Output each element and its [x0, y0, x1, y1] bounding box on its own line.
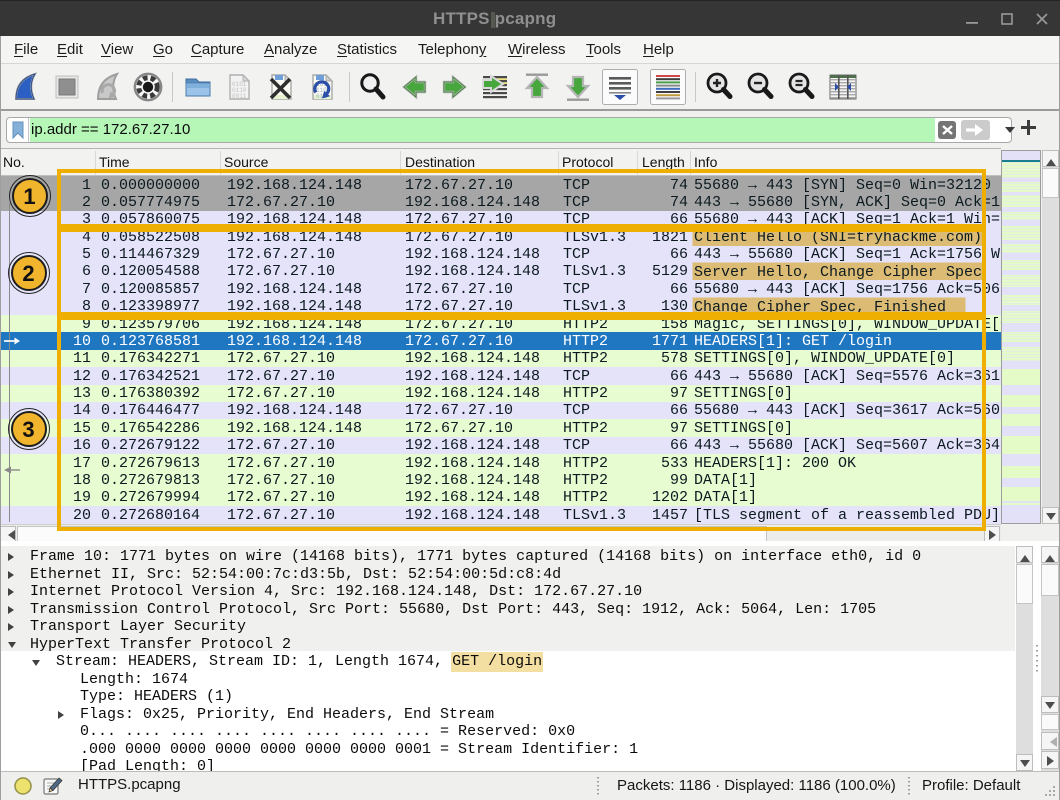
svg-text:0011: 0011	[232, 93, 247, 100]
